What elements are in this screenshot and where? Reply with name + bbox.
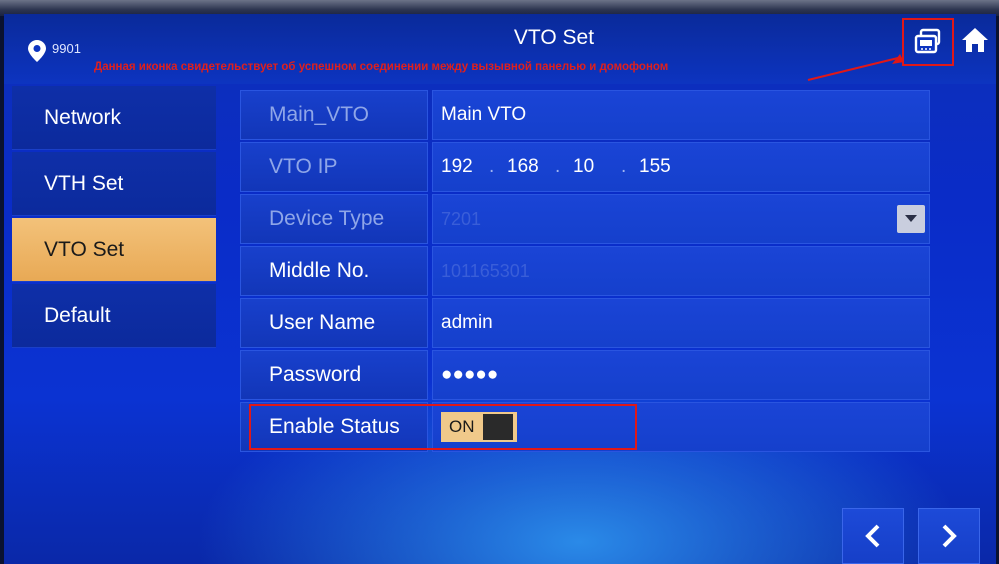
chevron-left-icon [865,524,880,548]
sidebar: Network VTH Set VTO Set Default [12,86,216,350]
ip-octet-2[interactable]: 168 [507,156,555,178]
ip-octet-3[interactable]: 10 [573,156,621,178]
chevron-right-icon [942,524,957,548]
sidebar-item-network[interactable]: Network [12,86,216,150]
form-row-main-vto: Main_VTO Main VTO [240,90,930,140]
form-row-enable-status: Enable Status ON [240,402,930,452]
password-label: Password [240,350,428,400]
prev-page-button[interactable] [842,508,904,564]
enable-status-label: Enable Status [240,402,428,452]
chevron-down-icon[interactable] [897,205,925,233]
main-vto-field[interactable]: Main VTO [432,90,930,140]
enable-status-toggle[interactable]: ON [441,412,517,442]
form-row-device-type: Device Type 7201 [240,194,930,244]
user-name-label: User Name [240,298,428,348]
device-type-select[interactable]: 7201 [432,194,930,244]
form-row-vto-ip: VTO IP 192 . 168 . 10 . 155 [240,142,930,192]
vto-settings-form: Main_VTO Main VTO VTO IP 192 . 168 . 10 … [240,90,930,454]
form-row-middle-no: Middle No. 101165301 [240,246,930,296]
device-type-label: Device Type [240,194,428,244]
ip-separator: . [621,156,627,177]
sidebar-item-vto-set[interactable]: VTO Set [12,218,216,282]
vto-ip-label: VTO IP [240,142,428,192]
form-row-password: Password ●●●●● [240,350,930,400]
device-type-value: 7201 [441,208,482,229]
sidebar-item-vth-set[interactable]: VTH Set [12,152,216,216]
enable-status-cell: ON [432,402,930,452]
ip-octet-4[interactable]: 155 [639,156,687,178]
connection-status-highlight [902,18,954,66]
map-pin-icon [28,40,46,62]
connection-status-icon[interactable] [913,28,943,56]
sidebar-item-label: VTO Set [44,237,125,261]
middle-no-label: Middle No. [240,246,428,296]
vto-ip-field[interactable]: 192 . 168 . 10 . 155 [432,142,930,192]
room-number: 9901 [52,41,81,56]
vto-settings-screen: 9901 VTO Set Данная иконка свидетельству… [4,14,996,564]
annotation-arrow [807,54,904,81]
sidebar-item-label: Default [44,303,111,327]
user-name-field[interactable]: admin [432,298,930,348]
main-vto-label: Main_VTO [240,90,428,140]
middle-no-value: 101165301 [441,260,530,281]
toggle-state-text: ON [449,417,475,436]
form-row-user-name: User Name admin [240,298,930,348]
home-icon[interactable] [960,26,990,54]
sidebar-item-label: VTH Set [44,171,124,195]
ip-separator: . [555,156,561,177]
annotation-text: Данная иконка свидетельствует об успешно… [94,61,669,73]
next-page-button[interactable] [918,508,980,564]
sidebar-item-label: Network [44,105,122,129]
sidebar-item-default[interactable]: Default [12,284,216,348]
middle-no-field[interactable]: 101165301 [432,246,930,296]
page-title: VTO Set [513,26,595,49]
ip-octet-1[interactable]: 192 [441,156,489,178]
ip-separator: . [489,156,495,177]
toggle-knob [482,414,513,440]
password-field[interactable]: ●●●●● [432,350,930,400]
